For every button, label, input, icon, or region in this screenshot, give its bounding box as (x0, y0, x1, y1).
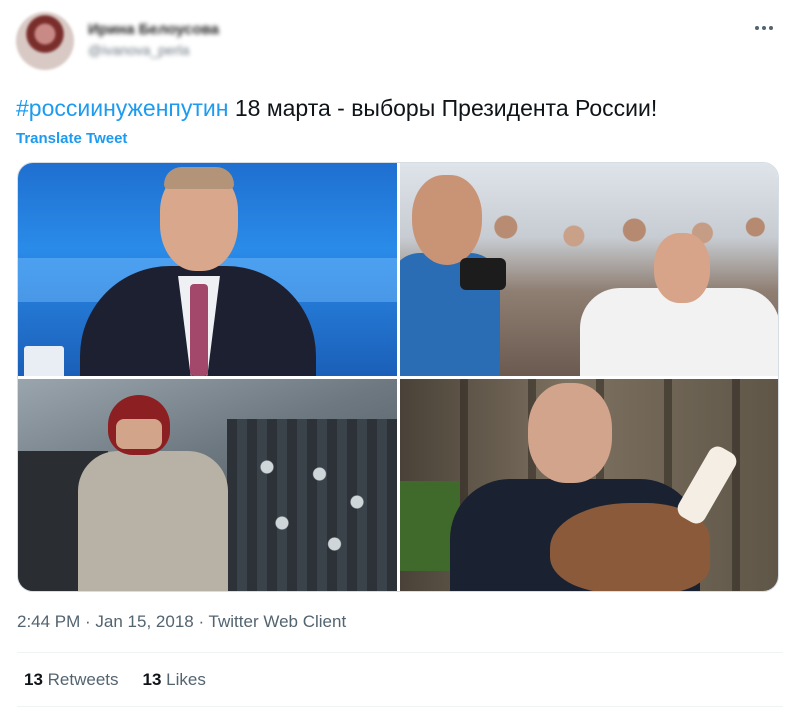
likes-count: 13 (142, 670, 162, 689)
tweet-time[interactable]: 2:44 PM (17, 612, 80, 631)
photo-1[interactable] (18, 163, 397, 376)
avatar[interactable] (16, 12, 74, 70)
translate-tweet-link[interactable]: Translate Tweet (16, 130, 127, 147)
likes-stat[interactable]: 13 Likes (143, 670, 206, 690)
media-grid (17, 162, 779, 592)
retweets-label: Retweets (42, 670, 119, 689)
tweet-text: #россиинуженпутин 18 марта - выборы През… (16, 92, 786, 124)
photo-4[interactable] (399, 378, 778, 591)
more-horizontal-icon[interactable] (748, 16, 780, 40)
user-block[interactable]: Ирина Белоусова @ivanova_perla (88, 20, 219, 60)
tweet-meta: 2:44 PM · Jan 15, 2018 · Twitter Web Cli… (17, 612, 346, 632)
user-handle[interactable]: @ivanova_perla (88, 40, 219, 60)
photo-2[interactable] (399, 163, 778, 376)
likes-label: Likes (161, 670, 206, 689)
tweet-body: 18 марта - выборы Президента России! (228, 95, 658, 121)
meta-separator: · (193, 612, 209, 631)
retweets-count: 13 (24, 670, 43, 689)
retweets-stat[interactable]: 13 Retweets (24, 670, 119, 690)
photo-3[interactable] (18, 378, 397, 591)
hashtag-link[interactable]: #россиинуженпутин (16, 95, 228, 121)
divider (17, 706, 783, 707)
tweet-client[interactable]: Twitter Web Client (209, 612, 347, 631)
tweet-date[interactable]: Jan 15, 2018 (95, 612, 193, 631)
tweet-header: Ирина Белоусова @ivanova_perla (16, 12, 784, 72)
tweet-stats: 13 Retweets 13 Likes (24, 670, 206, 690)
display-name[interactable]: Ирина Белоусова (88, 20, 219, 40)
divider (17, 652, 783, 653)
meta-separator: · (80, 612, 96, 631)
